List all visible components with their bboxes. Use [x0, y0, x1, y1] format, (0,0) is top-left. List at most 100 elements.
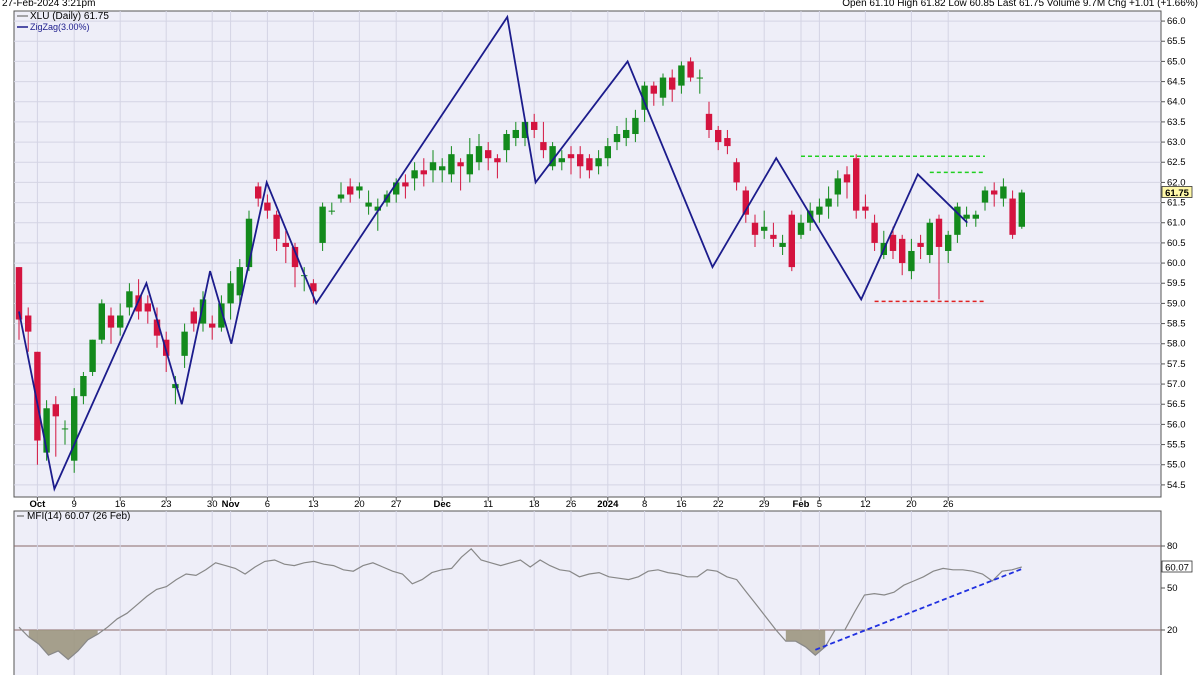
- candle-body: [825, 198, 832, 207]
- candle-body: [512, 129, 519, 139]
- candle-body: [107, 315, 115, 328]
- price-tick-label: 64.0: [1167, 97, 1186, 108]
- legend-price: XLU (Daily) 61.75: [30, 11, 109, 22]
- candle-body: [843, 174, 851, 183]
- candle-body: [485, 150, 492, 159]
- candle-body: [227, 283, 234, 304]
- candle-body: [420, 170, 427, 175]
- candle-body: [696, 77, 703, 79]
- candle-body: [1000, 186, 1007, 199]
- candle-body: [190, 311, 197, 324]
- candle-body: [834, 178, 841, 195]
- mfi-legend: MFI(14) 60.07 (26 Feb): [17, 511, 130, 522]
- candle-body: [255, 186, 262, 199]
- candle-body: [264, 202, 271, 211]
- mfi-last-label: 60.07: [1161, 560, 1193, 574]
- price-tick-label: 58.0: [1167, 339, 1186, 350]
- price-tick-label: 63.5: [1167, 117, 1186, 128]
- stockchart-window: 27-Feb-2024 3:21pm Open 61.10 High 61.82…: [0, 0, 1200, 675]
- candle-body: [981, 190, 989, 203]
- candle-body: [365, 202, 372, 207]
- last-price-label: 61.75: [1161, 186, 1193, 199]
- candle-body: [871, 222, 878, 243]
- candle-body: [181, 331, 188, 356]
- candle-body: [963, 214, 970, 219]
- price-tick-label: 54.5: [1167, 480, 1186, 491]
- candle: [89, 339, 96, 377]
- candle-body: [466, 154, 473, 175]
- candle-body: [439, 166, 446, 171]
- candle-body: [899, 238, 906, 264]
- price-tick-label: 62.5: [1167, 157, 1186, 168]
- candle-body: [889, 234, 897, 251]
- candle-body: [788, 214, 795, 268]
- candle-body: [337, 194, 345, 199]
- mfi-chart[interactable]: 20 50 80 MFI(14) 60.07 (26 Feb) 60.07: [0, 508, 1200, 675]
- candle-body: [687, 61, 694, 78]
- candle-body: [945, 234, 952, 251]
- mfi-tick-label: 80: [1167, 541, 1178, 552]
- candle-body: [586, 158, 593, 171]
- candle-body: [797, 222, 805, 235]
- candle-body: [761, 226, 768, 231]
- candle-body: [209, 323, 216, 328]
- candle-body: [816, 206, 823, 215]
- candle-body: [724, 138, 731, 147]
- candle-body: [1009, 198, 1016, 235]
- last-price-value: 61.75: [1165, 188, 1189, 199]
- candle-body: [356, 186, 363, 191]
- legend-mfi: MFI(14) 60.07 (26 Feb): [27, 511, 130, 522]
- candle-body: [328, 210, 335, 212]
- candle-body: [319, 206, 326, 243]
- legend-zigzag: ZigZag(3.00%): [30, 22, 90, 32]
- candle-body: [613, 134, 621, 143]
- price-tick-label: 55.0: [1167, 460, 1186, 471]
- candle-body: [411, 170, 418, 179]
- candle-body: [117, 315, 124, 328]
- candle-body: [89, 339, 96, 372]
- price-tick-label: 57.5: [1167, 359, 1186, 370]
- price-tick-label: 59.5: [1167, 278, 1186, 289]
- candle-body: [650, 85, 657, 94]
- price-tick-label: 56.5: [1167, 399, 1186, 410]
- candle-body: [678, 65, 685, 86]
- candle-body: [429, 162, 437, 171]
- candle-body: [531, 121, 538, 130]
- price-tick-label: 59.0: [1167, 298, 1186, 309]
- price-tick-label: 64.5: [1167, 77, 1186, 88]
- candle-body: [475, 146, 483, 163]
- candle-body: [347, 186, 354, 195]
- candle-body: [715, 129, 722, 143]
- candle-body: [577, 154, 584, 167]
- candle-body: [273, 214, 280, 239]
- candle: [853, 154, 860, 219]
- candle-body: [503, 134, 510, 151]
- candle: [71, 388, 78, 473]
- candle-body: [632, 117, 639, 135]
- candle-body: [1018, 192, 1025, 227]
- candle-body: [595, 158, 602, 167]
- candle-body: [705, 113, 713, 130]
- price-chart[interactable]: 54.5 55.0 55.5 56.0 56.5 57.0 57.5 58.0 58.5 59.0…: [0, 8, 1200, 512]
- candle: [1018, 189, 1025, 229]
- price-tick-label: 61.5: [1167, 198, 1186, 209]
- candle-body: [770, 234, 777, 239]
- candle-body: [80, 376, 87, 397]
- candle-body: [126, 291, 133, 308]
- candle-body: [935, 218, 943, 247]
- candle-body: [669, 77, 676, 90]
- candle-body: [402, 182, 409, 187]
- candle: [98, 299, 105, 344]
- candle: [788, 210, 795, 272]
- candle-body: [61, 428, 69, 430]
- mfi-tick-label: 50: [1167, 583, 1178, 594]
- price-tick-label: 65.0: [1167, 56, 1186, 67]
- candle-body: [448, 154, 455, 175]
- price-tick-label: 66.0: [1167, 16, 1186, 27]
- price-tick-label: 57.0: [1167, 379, 1186, 390]
- candle-body: [623, 129, 630, 139]
- candle-body: [457, 162, 464, 167]
- candle-body: [558, 158, 565, 163]
- price-tick-label: 55.5: [1167, 440, 1186, 451]
- candle-body: [144, 303, 151, 312]
